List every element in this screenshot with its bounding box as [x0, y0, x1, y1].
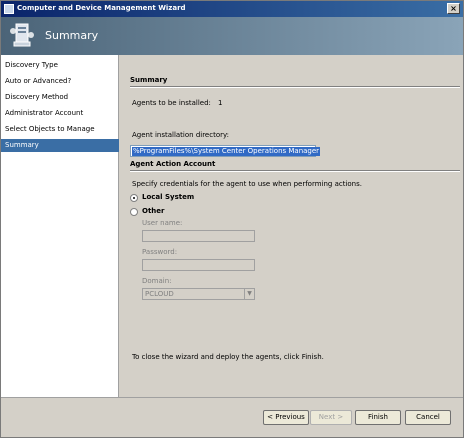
install-dir-input[interactable]: %ProgramFiles%\System Center Operations … [130, 145, 321, 157]
domain-value: PCLOUD [145, 290, 174, 298]
username-label: User name: [142, 219, 183, 227]
wizard-computer-icon [10, 23, 34, 47]
page-title: Summary [45, 29, 99, 42]
button-bar: < Previous Next > Finish Cancel [1, 397, 463, 437]
domain-select[interactable]: PCLOUD ▼ [142, 288, 255, 300]
nav-item-administrator-account[interactable]: Administrator Account [1, 107, 119, 120]
finish-instructions: To close the wizard and deploy the agent… [132, 353, 324, 361]
app-icon [4, 4, 14, 14]
close-button[interactable]: × [447, 3, 460, 14]
nav-item-discovery-method[interactable]: Discovery Method [1, 91, 119, 104]
password-field[interactable] [142, 259, 255, 271]
agents-label: Agents to be installed: [132, 99, 211, 107]
summary-section-title: Summary [130, 76, 168, 84]
other-label[interactable]: Other [142, 207, 164, 215]
action-account-section-title: Agent Action Account [130, 160, 216, 168]
wizard-nav: Discovery Type Auto or Advanced? Discove… [1, 55, 119, 397]
domain-label: Domain: [142, 277, 172, 285]
wizard-header: Summary [1, 17, 463, 55]
install-dir-value: %ProgramFiles%\System Center Operations … [132, 147, 321, 156]
summary-divider [130, 86, 460, 88]
previous-button[interactable]: < Previous [263, 410, 309, 425]
title-bar[interactable]: Computer and Device Management Wizard × [1, 1, 463, 17]
wizard-content: Summary Agents to be installed: 1 Agent … [120, 55, 463, 397]
nav-item-auto-or-advanced[interactable]: Auto or Advanced? [1, 75, 119, 88]
username-field[interactable] [142, 230, 255, 242]
nav-item-select-objects[interactable]: Select Objects to Manage [1, 123, 119, 136]
cancel-button[interactable]: Cancel [405, 410, 451, 425]
agents-count: 1 [218, 99, 223, 107]
finish-button[interactable]: Finish [355, 410, 401, 425]
nav-item-discovery-type[interactable]: Discovery Type [1, 59, 119, 72]
install-dir-label: Agent installation directory: [132, 131, 229, 139]
password-label: Password: [142, 248, 178, 256]
local-system-radio[interactable] [130, 194, 138, 202]
next-button[interactable]: Next > [310, 410, 352, 425]
other-radio[interactable] [130, 208, 138, 216]
local-system-label[interactable]: Local System [142, 193, 194, 201]
nav-item-summary[interactable]: Summary [1, 139, 119, 152]
window-title: Computer and Device Management Wizard [17, 4, 186, 12]
chevron-down-icon[interactable]: ▼ [244, 289, 254, 299]
action-account-description: Specify credentials for the agent to use… [132, 180, 362, 188]
wizard-window: Computer and Device Management Wizard × … [0, 0, 464, 438]
action-account-divider [130, 170, 460, 172]
